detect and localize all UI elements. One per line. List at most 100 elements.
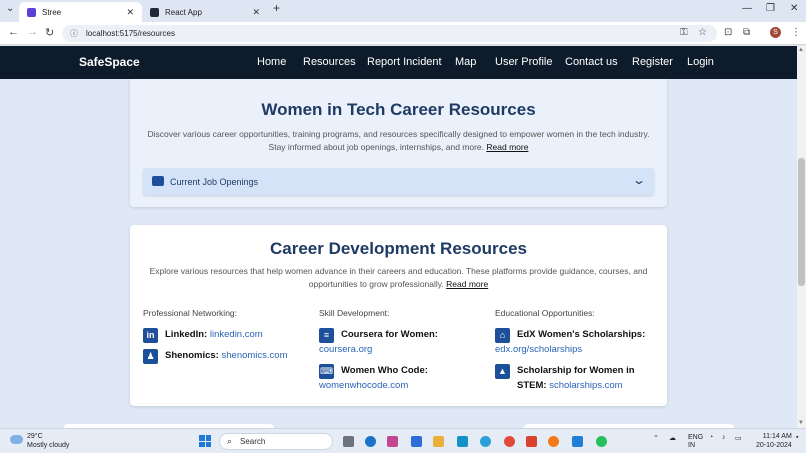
page-scrollbar[interactable]: ▲ ▼: [797, 46, 806, 428]
clock-date: 20-10-2024: [756, 442, 792, 449]
bookmark-star-icon[interactable]: ☆: [698, 27, 707, 38]
resource-link[interactable]: edx.org/scholarships: [495, 342, 655, 357]
read-more-link[interactable]: Read more: [446, 279, 488, 289]
laptop-icon: ⌨: [319, 364, 334, 379]
resource-item-shenomics: ♟ Shenomics: shenomics.com: [143, 348, 313, 364]
region-code: IN: [688, 442, 695, 449]
settings-icon[interactable]: [480, 436, 491, 447]
temperature: 29°C: [27, 433, 43, 440]
mail-icon[interactable]: [411, 436, 422, 447]
edge-icon[interactable]: [365, 436, 376, 447]
tab-title: React App: [165, 7, 202, 17]
maximize-icon[interactable]: ❐: [766, 3, 775, 14]
site-info-icon[interactable]: ⓘ: [70, 28, 78, 39]
minimize-icon[interactable]: —: [742, 3, 752, 14]
nav-login[interactable]: Login: [687, 56, 714, 68]
column-heading: Skill Development:: [319, 308, 390, 318]
current-job-openings-accordion[interactable]: Current Job Openings ⌄: [143, 168, 654, 195]
professional-networking-column: Professional Networking: in LinkedIn: li…: [143, 308, 313, 369]
close-window-icon[interactable]: ✕: [790, 3, 798, 14]
chrome-icon[interactable]: [504, 436, 515, 447]
language-code: ENG: [688, 434, 704, 441]
close-tab-icon[interactable]: ✕: [252, 7, 260, 18]
resource-name: Women Who Code:: [341, 365, 428, 376]
extensions-icon[interactable]: ⧉: [743, 27, 750, 38]
copilot-icon[interactable]: [387, 436, 398, 447]
nav-user-profile[interactable]: User Profile: [495, 56, 552, 68]
women-in-tech-title: Women in Tech Career Resources: [261, 100, 536, 119]
scrollbar-thumb[interactable]: [798, 158, 805, 286]
url-input[interactable]: ⓘ localhost:5175/resources: [62, 25, 717, 42]
volume-icon[interactable]: ♪: [722, 434, 726, 441]
educational-opportunities-column: Educational Opportunities: ⌂ EdX Women's…: [495, 308, 655, 399]
resource-item-linkedin: in LinkedIn: linkedin.com: [143, 327, 313, 343]
search-icon: ⌕: [227, 436, 233, 446]
weather-status: Mostly cloudy: [27, 442, 70, 449]
close-tab-icon[interactable]: ✕: [126, 7, 134, 18]
menu-kebab-icon[interactable]: ⋮: [791, 27, 801, 38]
user-icon: ♟: [143, 349, 158, 364]
reload-icon[interactable]: ↻: [45, 26, 54, 39]
chevron-down-icon[interactable]: ⌄: [632, 173, 646, 187]
resource-item-women-who-code: ⌨ Women Who Code: womenwhocode.com: [319, 363, 489, 393]
new-tab-icon[interactable]: +: [273, 1, 280, 15]
profile-avatar[interactable]: S: [770, 27, 781, 38]
nav-resources[interactable]: Resources: [303, 56, 356, 68]
resource-link[interactable]: coursera.org: [319, 342, 489, 357]
column-heading: Educational Opportunities:: [495, 308, 595, 318]
task-view-icon[interactable]: [343, 436, 354, 447]
taskbar-search-input[interactable]: ⌕ Search: [219, 433, 333, 450]
language-indicator[interactable]: ENG IN: [688, 434, 703, 450]
browser-tab-strip: ⌄ Stree ✕ React App ✕ + — ❐ ✕: [0, 0, 806, 22]
resource-link[interactable]: womenwhocode.com: [319, 378, 489, 393]
resource-link[interactable]: shenomics.com: [222, 350, 288, 361]
nav-report-incident[interactable]: Report Incident: [367, 56, 442, 68]
whatsapp-icon[interactable]: [596, 436, 607, 447]
notifications-icon[interactable]: ▪: [796, 434, 798, 441]
resource-link[interactable]: scholarships.com: [549, 380, 622, 391]
nav-contact-us[interactable]: Contact us: [565, 56, 618, 68]
nav-home[interactable]: Home: [257, 56, 286, 68]
tab-react-app[interactable]: React App ✕: [142, 2, 268, 22]
nav-register[interactable]: Register: [632, 56, 673, 68]
wifi-icon[interactable]: ◔: [709, 434, 713, 441]
cloud-icon: [10, 435, 23, 444]
resource-item-coursera: ≡ Coursera for Women: coursera.org: [319, 327, 489, 357]
weather-widget[interactable]: 29°C Mostly cloudy: [10, 432, 69, 450]
password-key-icon[interactable]: ⚿: [680, 27, 688, 38]
resource-link[interactable]: linkedin.com: [210, 329, 263, 340]
linkedin-icon: in: [143, 328, 158, 343]
graduation-cap-icon: ▲: [495, 364, 510, 379]
women-in-tech-description: Discover various career opportunities, t…: [144, 128, 653, 154]
scroll-down-icon[interactable]: ▼: [798, 420, 804, 426]
store-icon[interactable]: [457, 436, 468, 447]
resource-name: Coursera for Women:: [341, 329, 438, 340]
battery-icon[interactable]: ▭: [735, 434, 742, 442]
show-hidden-icons-icon[interactable]: ⌃: [653, 434, 659, 442]
tab-search-icon[interactable]: ⌄: [6, 3, 14, 14]
brave-icon[interactable]: [526, 436, 537, 447]
system-clock[interactable]: 11:14 AM 20-10-2024: [756, 432, 792, 450]
resource-name: Shenomics:: [165, 350, 219, 361]
react-favicon-icon: [150, 7, 159, 17]
windows-taskbar: 29°C Mostly cloudy ⌕ Search ⌃ ☁ ENG IN ◔…: [0, 428, 806, 453]
search-label: Search: [240, 437, 266, 446]
skill-development-column: Skill Development: ≡ Coursera for Women:…: [319, 308, 489, 399]
forward-icon[interactable]: →: [27, 26, 38, 38]
briefcase-icon: [152, 176, 164, 186]
windows-start-icon[interactable]: [199, 435, 211, 447]
brand-logo[interactable]: SafeSpace: [79, 55, 140, 69]
firefox-icon[interactable]: [548, 436, 559, 447]
back-icon[interactable]: ←: [8, 26, 19, 38]
nav-map[interactable]: Map: [455, 56, 476, 68]
university-icon: ⌂: [495, 328, 510, 343]
onedrive-icon[interactable]: ☁: [669, 434, 676, 442]
scroll-up-icon[interactable]: ▲: [798, 47, 804, 53]
vscode-icon[interactable]: [572, 436, 583, 447]
read-more-link[interactable]: Read more: [486, 142, 528, 152]
career-development-description: Explore various resources that help wome…: [148, 265, 649, 291]
tab-stree[interactable]: Stree ✕: [19, 2, 142, 22]
screenshot-icon[interactable]: ⊡: [724, 27, 732, 38]
file-explorer-icon[interactable]: [433, 436, 444, 447]
resource-name: EdX Women's Scholarships:: [517, 329, 646, 340]
